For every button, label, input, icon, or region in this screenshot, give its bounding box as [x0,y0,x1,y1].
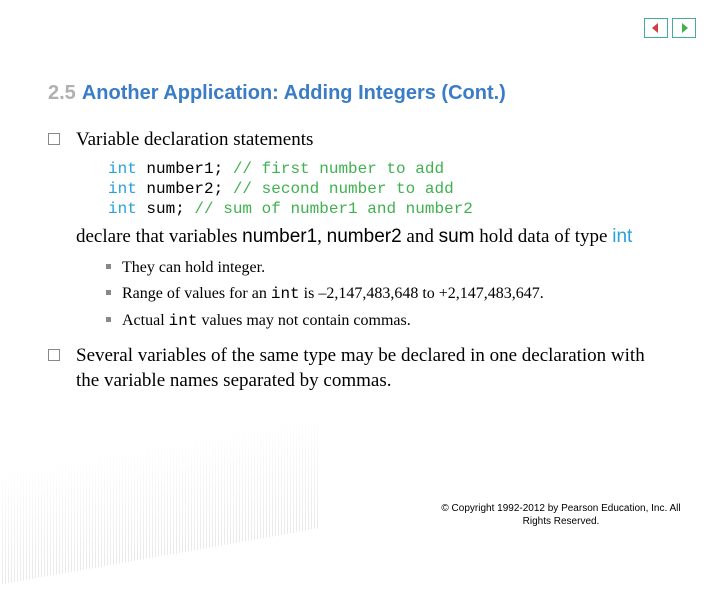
bullet-2-text: Several variables of the same type may b… [76,344,672,393]
sub-bullet-3: Actual int values may not contain commas… [106,308,672,335]
prev-button[interactable] [644,18,668,38]
title-text: Another Application: Adding Integers (Co… [82,82,506,104]
section-number: 2.5 [48,82,76,104]
sub-bullet-2: Range of values for an int is –2,147,483… [106,281,672,308]
sub-bullet-1: They can hold integer. [106,255,672,281]
bullet-1-tail: declare that variables number1, number2 … [76,225,672,250]
slide-title: 2.5 Another Application: Adding Integers … [48,82,506,105]
content-area: Variable declaration statements int numb… [48,128,672,398]
code-line-2: int number2; // second number to add [108,179,672,199]
copyright-text: © Copyright 1992-2012 by Pearson Educati… [436,502,686,528]
bullet-2: Several variables of the same type may b… [48,344,672,393]
sub-bullets: They can hold integer. Range of values f… [106,255,672,334]
decorative-lines [0,398,320,591]
bullet-1-lead: Variable declaration statements [76,128,672,153]
bullet-1: Variable declaration statements int numb… [48,128,672,334]
nav-buttons [644,18,696,38]
code-line-3: int sum; // sum of number1 and number2 [108,199,672,219]
next-button[interactable] [672,18,696,38]
prev-arrow-icon [650,22,662,34]
code-block: int number1; // first number to add int … [108,159,672,219]
code-line-1: int number1; // first number to add [108,159,672,179]
next-arrow-icon [678,22,690,34]
